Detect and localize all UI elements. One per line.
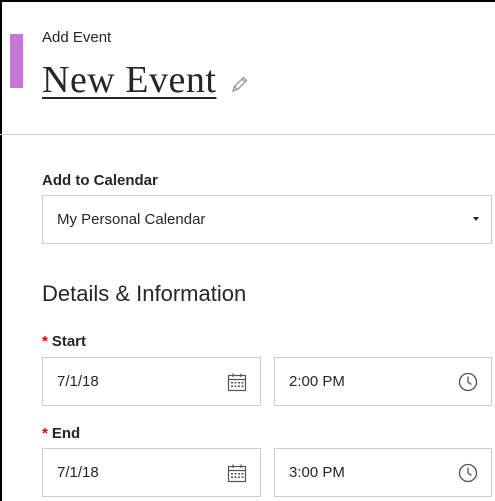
chevron-down-icon (473, 217, 479, 221)
required-marker: * (42, 333, 48, 350)
calendar-label: Add to Calendar (42, 172, 158, 189)
clock-icon[interactable] (457, 371, 479, 393)
calendar-select[interactable]: My Personal Calendar (42, 195, 492, 244)
start-date-input[interactable]: 7/1/18 (42, 357, 261, 406)
start-time-input[interactable]: 2:00 PM (274, 357, 492, 406)
panel-label: Add Event (42, 29, 112, 46)
end-time-input[interactable]: 3:00 PM (274, 448, 492, 497)
calendar-icon[interactable] (226, 371, 248, 393)
calendar-select-value: My Personal Calendar (57, 211, 206, 228)
start-time-value: 2:00 PM (289, 373, 345, 390)
pencil-icon[interactable] (230, 74, 250, 94)
details-heading: Details & Information (42, 281, 247, 306)
title-row: New Event (42, 58, 250, 102)
calendar-icon[interactable] (226, 462, 248, 484)
start-label: Start (51, 333, 87, 350)
end-label: End (51, 425, 81, 442)
end-date-input[interactable]: 7/1/18 (42, 448, 261, 497)
start-label-row: * Start (42, 333, 86, 350)
start-date-value: 7/1/18 (57, 373, 99, 390)
end-label-row: * End (42, 425, 80, 442)
event-title[interactable]: New Event (42, 58, 216, 102)
end-date-value: 7/1/18 (57, 464, 99, 481)
header-divider (0, 134, 495, 135)
accent-bar (10, 34, 23, 88)
clock-icon[interactable] (457, 462, 479, 484)
required-marker: * (42, 425, 48, 442)
end-time-value: 3:00 PM (289, 464, 345, 481)
